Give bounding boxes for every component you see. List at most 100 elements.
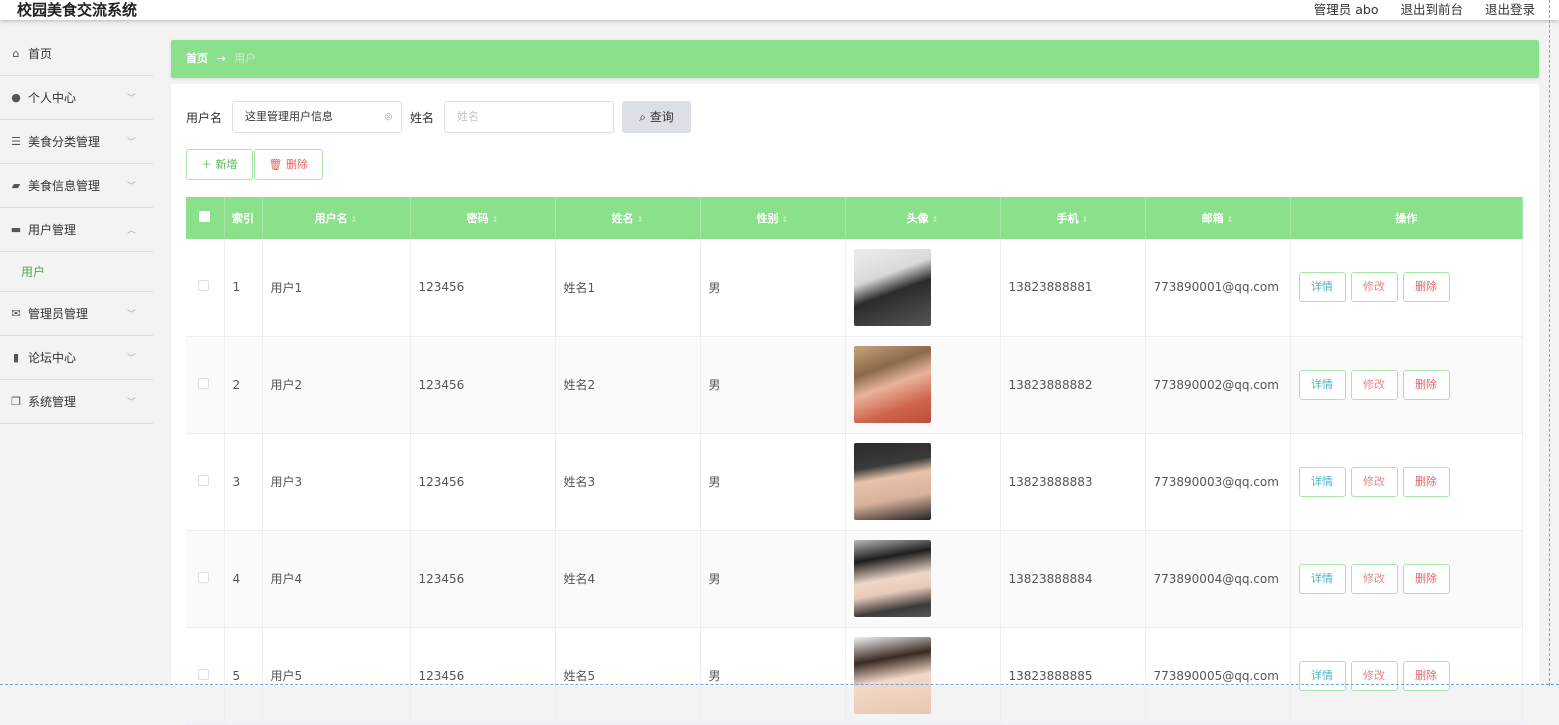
cell-phone: 13823888883 bbox=[1000, 433, 1145, 530]
cell-name: 姓名2 bbox=[555, 336, 700, 433]
search-row: 用户名 这里管理用户信息 ⊗ 姓名 姓名 ⌕ 查询 bbox=[186, 101, 691, 133]
sidebar-item-label: 个人中心 bbox=[28, 89, 76, 106]
top-bar: 校园美食交流系统 管理员 abo 退出到前台 退出登录 bbox=[0, 0, 1559, 20]
breadcrumb-home[interactable]: 首页 bbox=[186, 52, 208, 65]
chevron-down-icon: ﹀ bbox=[127, 307, 136, 320]
sidebar-item-system[interactable]: ❐ 系统管理 ﹀ bbox=[0, 380, 153, 424]
sort-icon: ⇕ bbox=[782, 215, 789, 224]
row-checkbox[interactable] bbox=[198, 572, 209, 583]
row-select[interactable] bbox=[186, 239, 224, 336]
chevron-down-icon: ﹀ bbox=[127, 351, 136, 364]
chevron-up-icon: ︿ bbox=[127, 223, 136, 236]
column-header[interactable]: 邮箱⇕ bbox=[1145, 197, 1290, 239]
row-checkbox[interactable] bbox=[198, 280, 209, 291]
column-header[interactable]: 手机⇕ bbox=[1000, 197, 1145, 239]
cell-password: 123456 bbox=[410, 530, 555, 627]
edit-button[interactable]: 修改 bbox=[1351, 661, 1398, 691]
detail-button[interactable]: 详情 bbox=[1299, 370, 1346, 400]
main-panel: 用户名 这里管理用户信息 ⊗ 姓名 姓名 ⌕ 查询 ＋ 新增 🗑 删除 索引 用… bbox=[171, 84, 1539, 686]
avatar bbox=[854, 637, 931, 714]
table-row: 4 用户4 123456 姓名4 男 13823888884 773890004… bbox=[186, 530, 1523, 627]
sidebar-item-user-management[interactable]: ▬ 用户管理 ︿ bbox=[0, 208, 153, 252]
cell-index: 4 bbox=[224, 530, 262, 627]
cell-gender: 男 bbox=[700, 336, 845, 433]
cell-avatar bbox=[845, 530, 1000, 627]
cell-password: 123456 bbox=[410, 336, 555, 433]
sidebar-item-home[interactable]: ⌂ 首页 bbox=[0, 32, 153, 76]
action-row: ＋ 新增 🗑 删除 bbox=[186, 149, 323, 180]
cell-phone: 13823888884 bbox=[1000, 530, 1145, 627]
username-search-value: 这里管理用户信息 bbox=[245, 110, 333, 123]
cell-index: 2 bbox=[224, 336, 262, 433]
delete-button[interactable]: 删除 bbox=[1403, 272, 1450, 302]
clear-icon[interactable]: ⊗ bbox=[384, 102, 393, 132]
sidebar-item-food-info[interactable]: ▰ 美食信息管理 ﹀ bbox=[0, 164, 153, 208]
copy-icon: ❐ bbox=[9, 395, 23, 408]
top-right-links: 管理员 abo 退出到前台 退出登录 bbox=[1296, 0, 1535, 20]
delete-button[interactable]: 删除 bbox=[1403, 661, 1450, 691]
trash-icon: 🗑 bbox=[269, 158, 283, 171]
cell-username: 用户4 bbox=[262, 530, 410, 627]
sliders-icon: ☰ bbox=[9, 135, 23, 148]
username-search-input[interactable]: 这里管理用户信息 ⊗ bbox=[232, 101, 402, 133]
detail-button[interactable]: 详情 bbox=[1299, 467, 1346, 497]
detail-button[interactable]: 详情 bbox=[1299, 564, 1346, 594]
sidebar-item-personal[interactable]: ● 个人中心 ﹀ bbox=[0, 76, 153, 120]
cell-gender: 男 bbox=[700, 239, 845, 336]
row-checkbox[interactable] bbox=[198, 669, 209, 680]
cell-name: 姓名3 bbox=[555, 433, 700, 530]
column-header[interactable]: 性别⇕ bbox=[700, 197, 845, 239]
cell-email: 773890001@qq.com bbox=[1145, 239, 1290, 336]
add-button[interactable]: ＋ 新增 bbox=[186, 149, 253, 180]
edit-button[interactable]: 修改 bbox=[1351, 370, 1398, 400]
row-checkbox[interactable] bbox=[198, 378, 209, 389]
cell-actions: 详情修改删除 bbox=[1290, 336, 1523, 433]
table-row: 3 用户3 123456 姓名3 男 13823888883 773890003… bbox=[186, 433, 1523, 530]
row-select[interactable] bbox=[186, 530, 224, 627]
logout-link[interactable]: 退出登录 bbox=[1485, 2, 1535, 17]
avatar bbox=[854, 540, 931, 617]
column-header[interactable]: 用户名⇕ bbox=[262, 197, 410, 239]
row-select[interactable] bbox=[186, 627, 224, 724]
name-search-input[interactable]: 姓名 bbox=[444, 101, 614, 133]
sidebar-item-forum[interactable]: ▮ 论坛中心 ﹀ bbox=[0, 336, 153, 380]
cell-avatar bbox=[845, 627, 1000, 724]
column-header[interactable]: 密码⇕ bbox=[410, 197, 555, 239]
row-select[interactable] bbox=[186, 336, 224, 433]
column-header[interactable]: 头像⇕ bbox=[845, 197, 1000, 239]
edit-button[interactable]: 修改 bbox=[1351, 564, 1398, 594]
delete-button[interactable]: 删除 bbox=[1403, 564, 1450, 594]
frontend-link[interactable]: 退出到前台 bbox=[1400, 2, 1463, 17]
detail-button[interactable]: 详情 bbox=[1299, 272, 1346, 302]
delete-button[interactable]: 删除 bbox=[1403, 370, 1450, 400]
delete-button[interactable]: 删除 bbox=[1403, 467, 1450, 497]
sort-icon: ⇕ bbox=[1227, 215, 1234, 224]
chevron-down-icon: ﹀ bbox=[127, 179, 136, 192]
edit-button[interactable]: 修改 bbox=[1351, 272, 1398, 302]
cell-email: 773890003@qq.com bbox=[1145, 433, 1290, 530]
avatar bbox=[854, 346, 931, 423]
cell-gender: 男 bbox=[700, 530, 845, 627]
sidebar-item-food-category[interactable]: ☰ 美食分类管理 ﹀ bbox=[0, 120, 153, 164]
select-all-checkbox[interactable] bbox=[199, 211, 210, 222]
sidebar: ⌂ 首页 ● 个人中心 ﹀ ☰ 美食分类管理 ﹀ ▰ 美食信息管理 ﹀ ▬ 用户… bbox=[0, 32, 153, 424]
sort-icon: ⇕ bbox=[932, 215, 939, 224]
column-header[interactable]: 姓名⇕ bbox=[555, 197, 700, 239]
avatar bbox=[854, 249, 931, 326]
sidebar-item-admin-management[interactable]: ✉ 管理员管理 ﹀ bbox=[0, 292, 153, 336]
sidebar-item-label: 美食信息管理 bbox=[28, 177, 100, 194]
sidebar-subitem-users[interactable]: 用户 bbox=[0, 252, 153, 292]
select-all-header[interactable] bbox=[186, 197, 224, 239]
detail-button[interactable]: 详情 bbox=[1299, 661, 1346, 691]
row-checkbox[interactable] bbox=[198, 475, 209, 486]
row-select[interactable] bbox=[186, 433, 224, 530]
column-header: 索引 bbox=[224, 197, 262, 239]
edit-button[interactable]: 修改 bbox=[1351, 467, 1398, 497]
query-button[interactable]: ⌕ 查询 bbox=[622, 101, 691, 133]
home-icon: ⌂ bbox=[9, 47, 23, 60]
cell-phone: 13823888882 bbox=[1000, 336, 1145, 433]
cell-password: 123456 bbox=[410, 627, 555, 724]
batch-delete-button[interactable]: 🗑 删除 bbox=[254, 149, 323, 180]
cell-avatar bbox=[845, 239, 1000, 336]
cell-actions: 详情修改删除 bbox=[1290, 239, 1523, 336]
